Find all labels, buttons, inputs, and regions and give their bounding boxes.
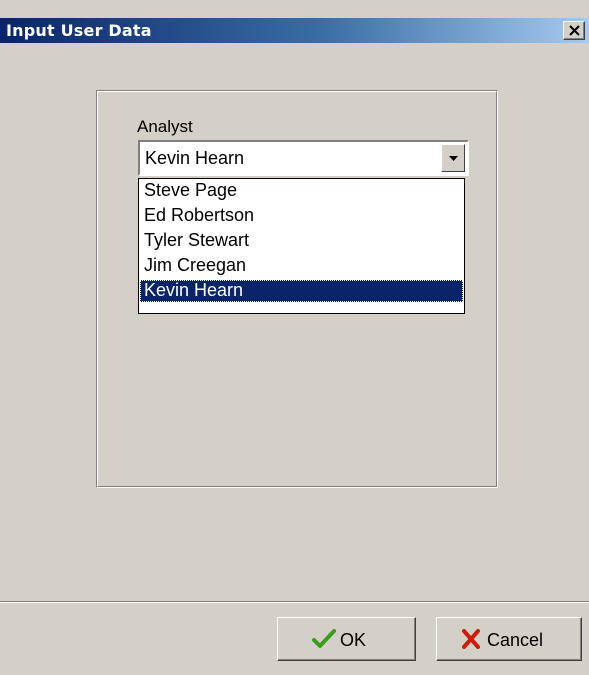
window-title: Input User Data [6, 21, 152, 40]
analyst-dropdown-list[interactable]: Steve Page Ed Robertson Tyler Stewart Ji… [138, 178, 465, 314]
list-item-ed-robertson[interactable]: Ed Robertson [140, 205, 463, 227]
x-cross-icon [462, 629, 480, 649]
list-item-steve-page[interactable]: Steve Page [140, 180, 463, 202]
dropdown-arrow-icon [449, 156, 458, 161]
dropdown-button[interactable] [441, 144, 465, 172]
close-button[interactable] [563, 21, 585, 40]
checkmark-icon [312, 629, 336, 648]
list-item-tyler-stewart[interactable]: Tyler Stewart [140, 230, 463, 252]
analyst-combobox-value: Kevin Hearn [145, 148, 245, 168]
cancel-button-label: Cancel [487, 630, 544, 650]
analyst-combobox[interactable]: Kevin Hearn [138, 140, 469, 176]
analyst-label: Analyst [137, 117, 193, 136]
ok-button[interactable]: OK [277, 617, 416, 661]
ok-button-label: OK [340, 630, 367, 650]
dialog-window: Input User Data Analyst Kevin Hearn Stev… [0, 0, 589, 675]
list-item-jim-creegan[interactable]: Jim Creegan [140, 255, 463, 277]
close-icon [569, 25, 580, 36]
separator-line [0, 601, 589, 603]
title-bar[interactable]: Input User Data [0, 18, 589, 43]
cancel-button[interactable]: Cancel [436, 617, 582, 661]
list-item-kevin-hearn[interactable]: Kevin Hearn [140, 280, 463, 302]
